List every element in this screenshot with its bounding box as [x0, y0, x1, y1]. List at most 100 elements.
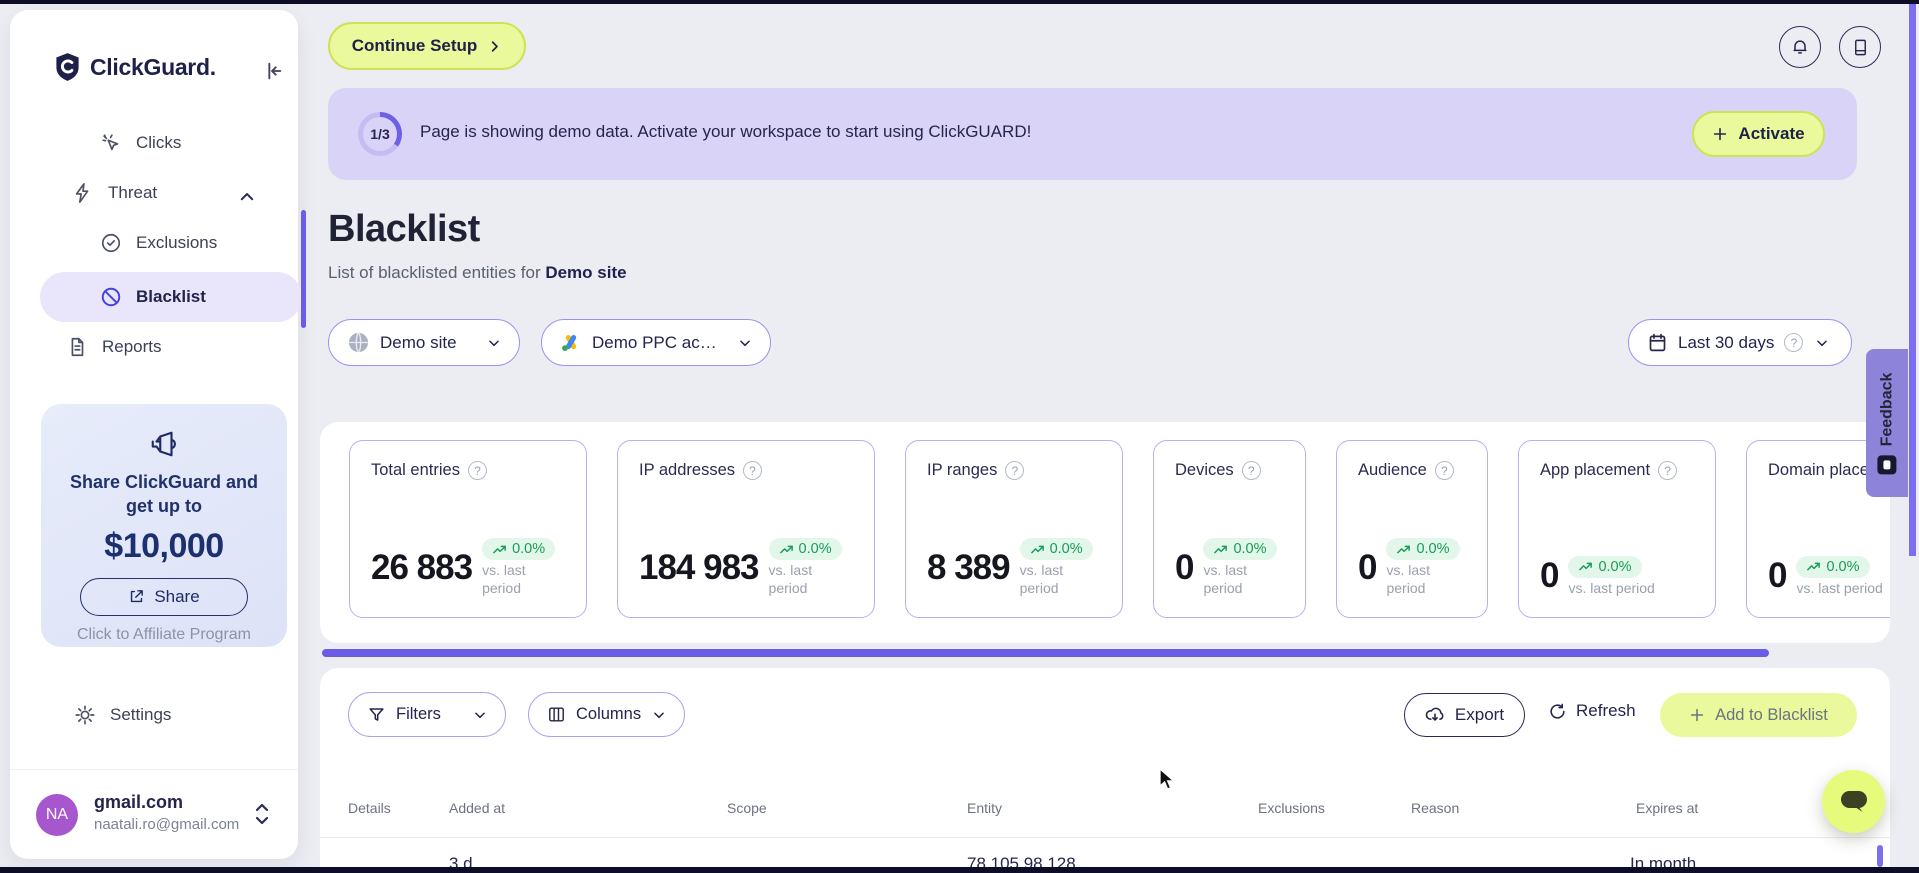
export-label: Export	[1454, 705, 1505, 724]
account-switcher[interactable]: NA gmail.com naatali.ro@gmail.com	[10, 769, 298, 859]
demo-data-banner: 1/3 Page is showing demo data. Activate …	[328, 88, 1857, 180]
stat-note: vs. last period	[1568, 579, 1655, 596]
continue-setup-label: Continue Setup	[351, 36, 478, 55]
stat-value: 0	[1358, 547, 1377, 587]
document-icon	[71, 337, 84, 357]
chat-bubble-icon	[1840, 790, 1867, 812]
stat-note: vs. last period	[1203, 562, 1248, 596]
column-header: Added at	[449, 800, 506, 816]
refresh-icon	[1550, 703, 1565, 719]
page-subtitle: List of blacklisted entities for Demo si…	[328, 263, 627, 282]
sidebar-item-label: Exclusions	[136, 233, 218, 252]
refresh-button[interactable]: Refresh	[1548, 701, 1636, 721]
help-icon[interactable]: ?	[1241, 461, 1261, 480]
stat-note: vs. last period	[482, 562, 526, 596]
google-ads-icon	[562, 334, 577, 351]
add-to-blacklist-button[interactable]: Add to Blacklist	[1660, 693, 1857, 737]
window-scrollbar[interactable]	[1909, 4, 1916, 556]
affiliate-promo-card[interactable]: Share ClickGuard and get up to $10,000 S…	[41, 404, 287, 647]
chevron-right-icon	[492, 40, 499, 52]
columns-button[interactable]: Columns	[528, 692, 685, 737]
stat-label: IP addresses	[639, 461, 736, 479]
help-icon[interactable]: ?	[1658, 461, 1678, 480]
stat-delta-badge: 0.0%	[768, 538, 842, 560]
page-title: Blacklist	[328, 208, 480, 250]
help-icon[interactable]: ?	[1434, 461, 1454, 480]
trend-up-icon	[779, 545, 793, 553]
ppc-account-selector[interactable]: Demo PPC ac…	[541, 319, 771, 366]
chevron-up-icon[interactable]	[238, 188, 256, 206]
columns-icon	[549, 707, 564, 722]
site-selector-value: Demo site	[380, 332, 457, 352]
sidebar-collapse-icon[interactable]	[262, 60, 284, 82]
share-button-label: Share	[154, 586, 200, 606]
columns-label: Columns	[576, 705, 642, 723]
bell-icon	[1793, 40, 1807, 54]
sidebar-item-label: Threat	[108, 183, 158, 202]
sidebar-item-exclusions[interactable]: Exclusions	[100, 232, 217, 254]
column-header: Expires at	[1636, 800, 1699, 816]
filters-button[interactable]: Filters	[348, 692, 506, 737]
chevron-down-icon	[475, 711, 485, 718]
stat-delta-badge: 0.0%	[1386, 538, 1460, 560]
plus-icon	[1714, 127, 1727, 141]
column-header: Entity	[967, 800, 1003, 816]
chevron-up-down-icon[interactable]	[254, 800, 270, 828]
date-range-selector[interactable]: Last 30 days ?	[1628, 319, 1852, 366]
setup-progress-ring: 1/3	[358, 112, 402, 156]
help-icon[interactable]: ?	[1784, 333, 1804, 352]
sidebar-scrollbar[interactable]	[301, 210, 306, 328]
stat-card: Devices? 0 0.0% vs. last period	[1153, 440, 1306, 618]
help-icon[interactable]: ?	[743, 461, 763, 480]
cell-entity: 78.105.98.128	[967, 854, 1076, 867]
trend-up-icon	[1579, 562, 1593, 571]
stat-label: Devices	[1175, 461, 1234, 479]
stat-note: vs. last period	[768, 562, 813, 596]
banner-message: Page is showing demo data. Activate your…	[420, 122, 1032, 141]
docs-button[interactable]	[1839, 26, 1881, 68]
notifications-button[interactable]	[1779, 26, 1821, 68]
trend-up-icon	[1214, 545, 1228, 553]
stat-note: vs. last period	[1019, 562, 1064, 596]
stat-card: Audience? 0 0.0% vs. last period	[1336, 440, 1488, 618]
stat-label: Audience	[1358, 461, 1427, 479]
stat-value: 8 389	[927, 547, 1011, 587]
feedback-tab[interactable]: Feedback	[1866, 349, 1908, 497]
chat-launcher-button[interactable]	[1822, 770, 1885, 833]
table-scrollbar[interactable]	[1877, 845, 1883, 867]
sidebar-item-label: Reports	[102, 337, 162, 356]
calendar-icon	[1649, 333, 1666, 352]
app-root: ClickGuard. Clicks Threat Exclusions Bla…	[0, 0, 1919, 873]
gear-icon	[75, 705, 95, 725]
site-selector[interactable]: Demo site	[328, 319, 520, 366]
sidebar-item-blacklist[interactable]: Blacklist	[100, 286, 206, 308]
book-icon	[1854, 39, 1866, 55]
promo-amount: $10,000	[104, 526, 224, 565]
column-header: Reason	[1411, 800, 1460, 816]
ban-icon	[101, 287, 121, 307]
avatar: NA	[36, 794, 78, 836]
sidebar-item-reports[interactable]: Reports	[66, 336, 162, 358]
cursor-click-icon	[102, 134, 119, 151]
cloud-download-icon	[1425, 707, 1444, 721]
sidebar-item-threat[interactable]: Threat	[72, 182, 157, 204]
help-icon[interactable]: ?	[467, 461, 487, 480]
sidebar-item-clicks[interactable]: Clicks	[100, 132, 181, 154]
help-icon[interactable]: ?	[1005, 461, 1025, 480]
stat-card: IP addresses? 184 983 0.0% vs. last period	[617, 440, 875, 618]
chevron-down-icon	[654, 711, 664, 718]
continue-setup-button[interactable]: Continue Setup	[328, 22, 526, 70]
sidebar-item-settings[interactable]: Settings	[74, 704, 171, 726]
activate-button[interactable]: Activate	[1692, 111, 1825, 157]
activate-label: Activate	[1738, 124, 1805, 143]
export-button[interactable]: Export	[1404, 693, 1525, 737]
horizontal-scrollbar[interactable]	[322, 649, 1769, 657]
trend-up-icon	[493, 545, 506, 553]
ppc-selector-value: Demo PPC ac…	[592, 332, 717, 352]
promo-text: Share ClickGuard and get up to	[69, 472, 259, 517]
share-button[interactable]: Share	[80, 577, 248, 616]
stat-card: IP ranges? 8 389 0.0% vs. last period	[905, 440, 1123, 618]
stat-delta-badge: 0.0%	[1019, 538, 1093, 560]
stat-delta-badge: 0.0%	[1796, 555, 1870, 578]
table-row[interactable]: 3 d 78.105.98.128 In month	[320, 850, 1890, 867]
